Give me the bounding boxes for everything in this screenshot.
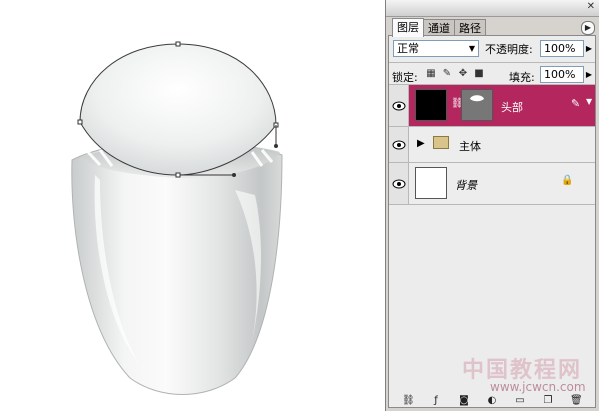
layer-row-group[interactable]: ▶ 主体 [389, 127, 595, 163]
link-layers-icon[interactable]: ⛓ [402, 395, 415, 407]
opacity-field[interactable]: 100% [540, 40, 584, 57]
opacity-value: 100% [544, 42, 576, 55]
eye-icon [392, 101, 406, 110]
document-canvas[interactable] [0, 0, 385, 411]
lock-move-icon[interactable]: ✥ [457, 68, 469, 80]
opacity-label: 不透明度: [485, 43, 533, 56]
fill-value: 100% [544, 68, 576, 81]
bezier-handle-right-point [274, 144, 278, 148]
lock-transparency-icon[interactable]: ▦ [425, 68, 437, 80]
lock-label: 锁定: [392, 71, 418, 84]
visibility-toggle[interactable] [389, 127, 409, 162]
mask-shape-icon [470, 95, 484, 102]
visibility-toggle[interactable] [389, 163, 409, 204]
panel-title-bar[interactable]: ✕ [386, 0, 599, 17]
layer-thumbnail[interactable] [415, 167, 447, 199]
new-group-icon[interactable]: ▭ [514, 395, 526, 407]
trash-icon[interactable]: 🗑 [570, 395, 583, 407]
panel-footer: ⛓ ƒ ◙ ◐ ▭ ❐ 🗑 [388, 392, 596, 409]
new-layer-icon[interactable]: ❐ [542, 395, 554, 407]
artwork [71, 41, 283, 395]
blend-mode-select[interactable]: 正常 ▼ [393, 40, 479, 57]
fill-field[interactable]: 100% [540, 66, 584, 83]
fill-arrow-icon[interactable]: ▶ [584, 66, 594, 83]
panel-tabs: 图层 通道 路径 [392, 18, 486, 37]
layer-name[interactable]: 头部 [501, 99, 523, 115]
close-icon[interactable]: ✕ [587, 0, 595, 14]
anchor-top [175, 41, 181, 47]
layer-thumbnail[interactable] [415, 89, 447, 121]
fill-label: 填充: [509, 71, 535, 84]
chevron-down-icon[interactable]: ▼ [586, 97, 592, 106]
eye-icon [392, 179, 406, 188]
panel-menu-icon[interactable]: ▶ [581, 21, 595, 35]
opacity-arrow-icon[interactable]: ▶ [584, 40, 594, 57]
visibility-toggle[interactable] [389, 85, 409, 126]
blend-mode-value: 正常 [397, 42, 419, 55]
brush-icon: ✎ [571, 97, 581, 110]
mask-thumbnail[interactable] [461, 89, 493, 121]
watermark-url: www.jcwcn.com [490, 380, 586, 394]
lock-all-icon[interactable]: ■ [473, 68, 485, 80]
layer-style-icon[interactable]: ƒ [430, 395, 442, 407]
layer-row-head[interactable]: ⛓ 头部 ✎ ▼ [389, 85, 595, 127]
add-mask-icon[interactable]: ◙ [458, 395, 470, 407]
chevron-down-icon: ▼ [468, 44, 475, 53]
layers-panel: ✕ 图层 通道 路径 ▶ 正常 ▼ 不透明度: 100% ▶ 锁定: ▦ ✎ ✥ ■… [385, 0, 599, 411]
expand-triangle-icon[interactable]: ▶ [417, 138, 425, 149]
anchor-bottom [175, 172, 181, 178]
bezier-handle-point [232, 173, 236, 177]
lock-icon: 🔒 [561, 175, 574, 186]
divider [389, 62, 595, 63]
layer-name[interactable]: 背景 [455, 177, 477, 193]
eye-icon [392, 140, 406, 149]
folder-icon [433, 136, 449, 149]
tab-layers[interactable]: 图层 [392, 18, 424, 37]
layer-row-background[interactable]: 背景 🔒 [389, 163, 595, 205]
anchor-left [77, 119, 83, 125]
adjustment-layer-icon[interactable]: ◐ [486, 395, 498, 407]
layer-name[interactable]: 主体 [459, 138, 481, 154]
lock-paint-icon[interactable]: ✎ [441, 68, 453, 80]
